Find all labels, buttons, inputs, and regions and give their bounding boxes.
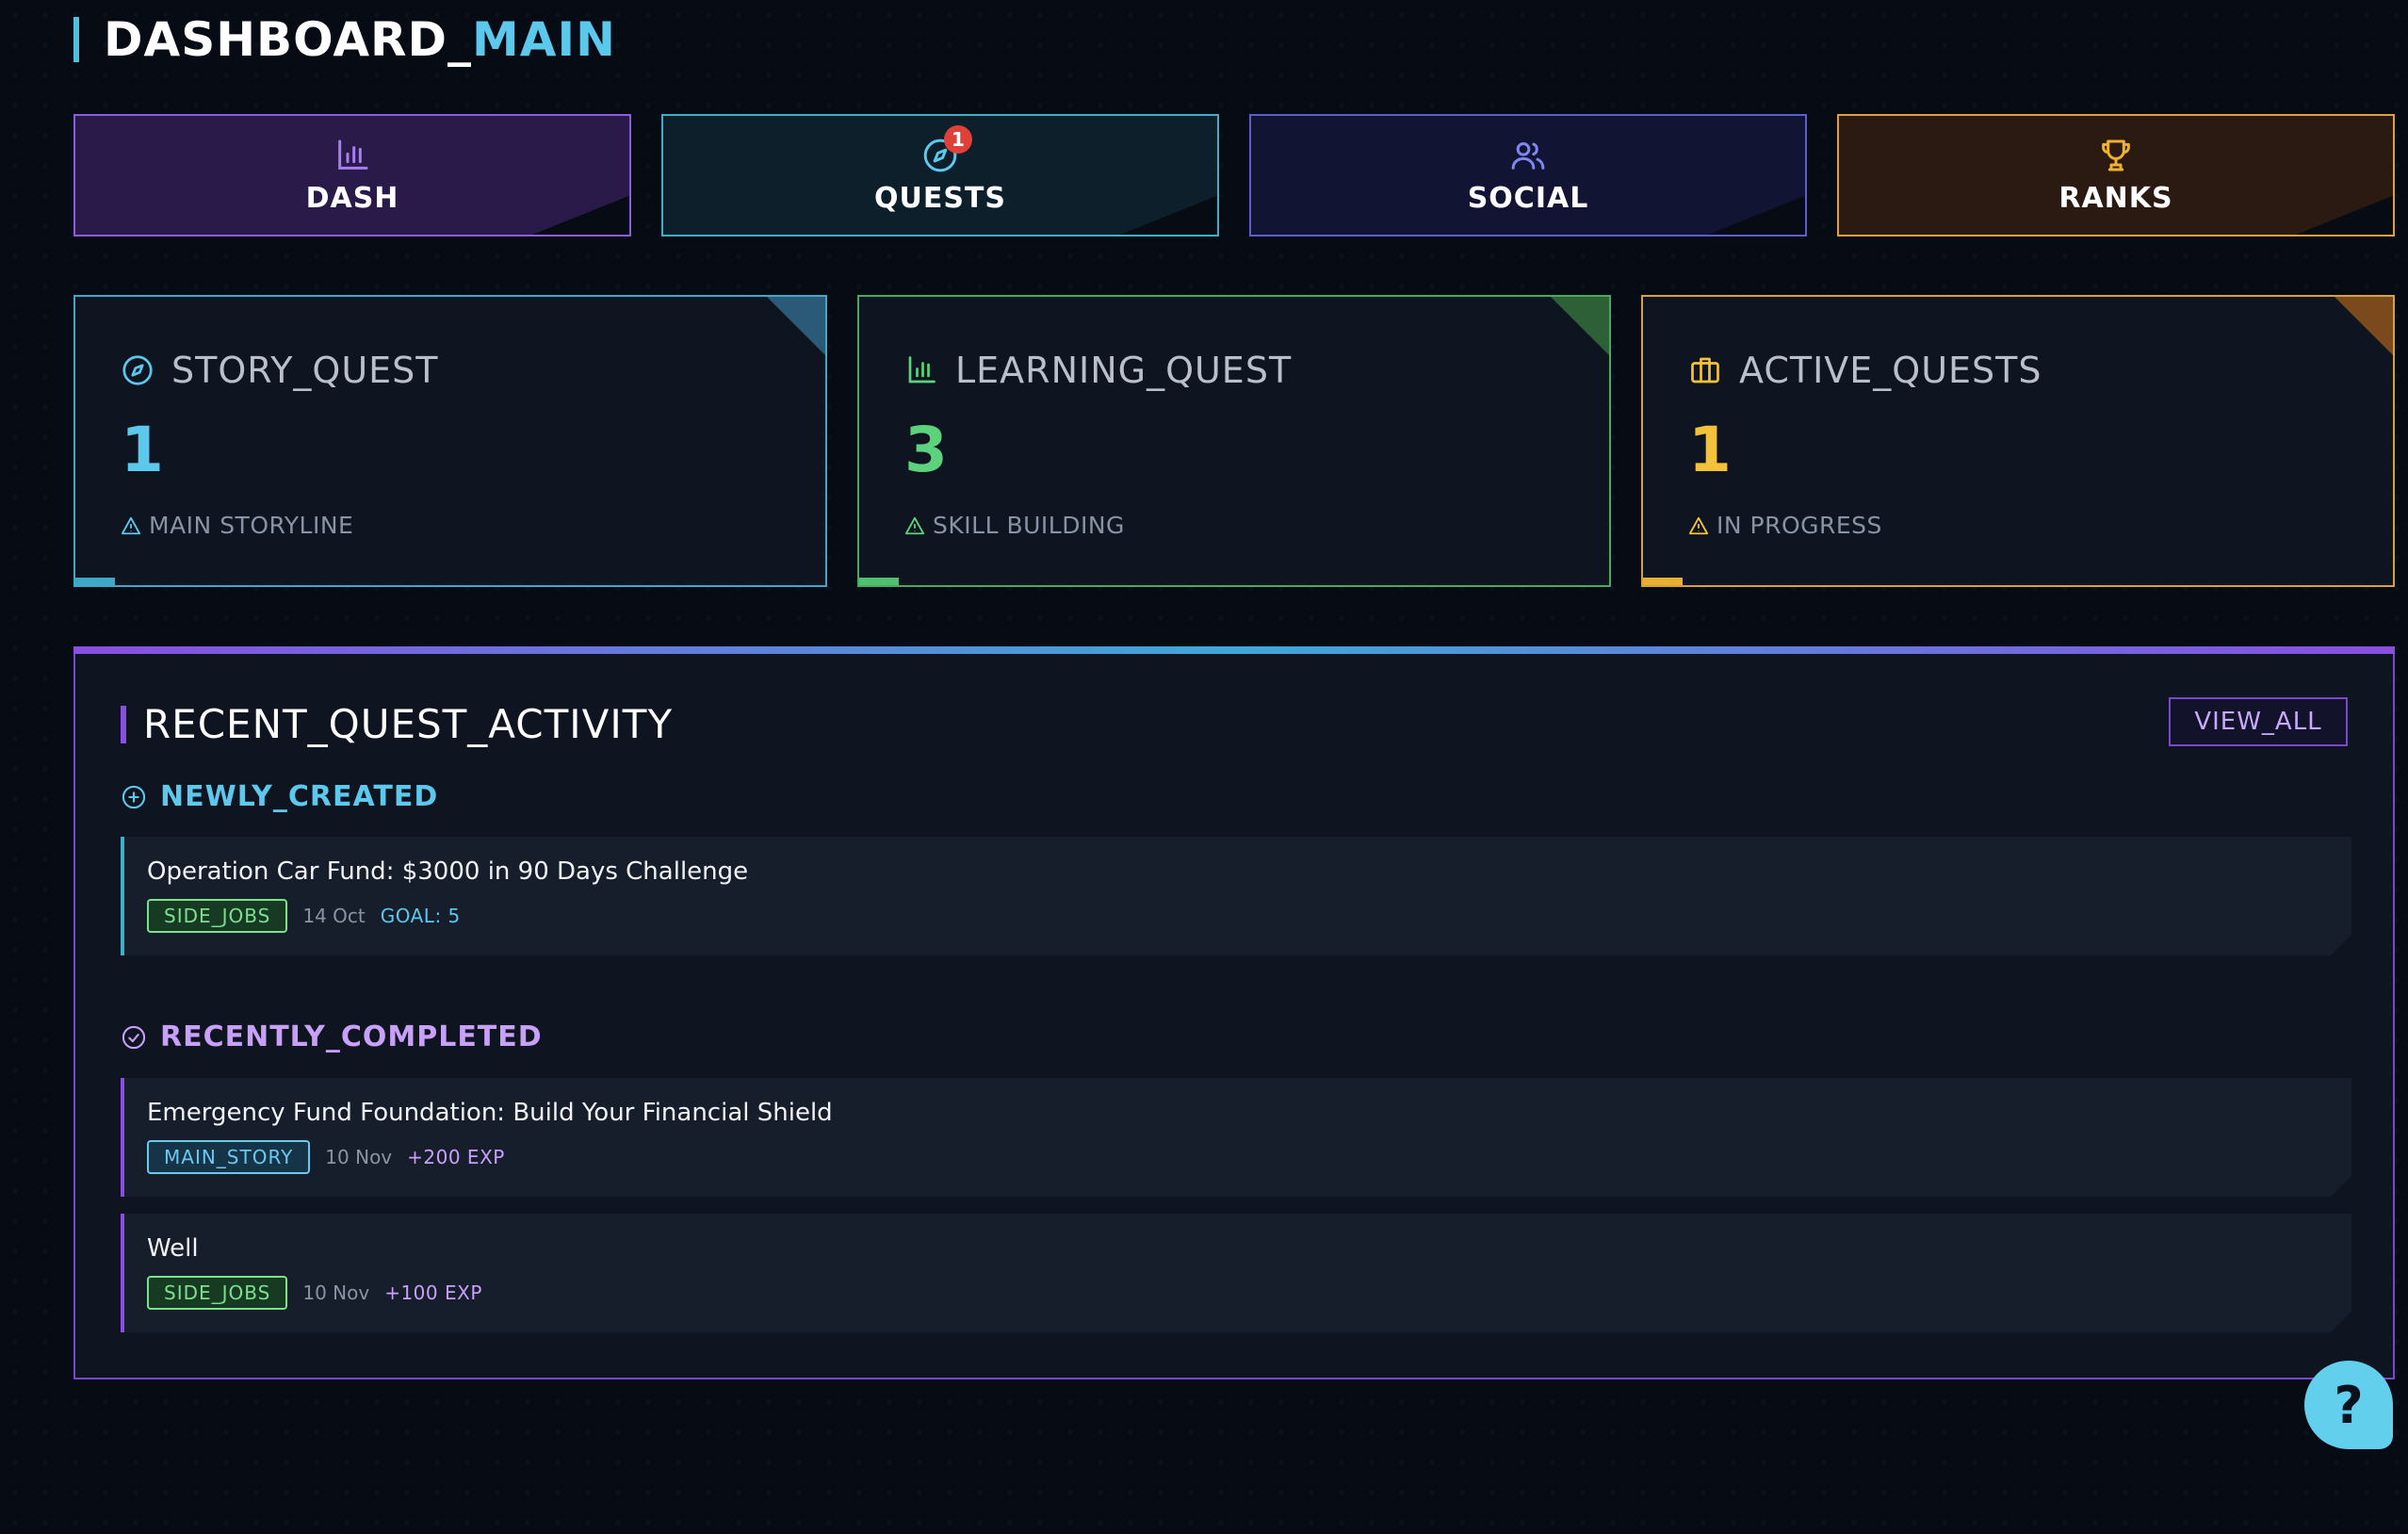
stats-row: STORY_QUEST 1 MAIN STORYLINE LEARNING_QU… — [73, 295, 2395, 587]
quest-date: 14 Oct — [302, 905, 366, 927]
tab-dash[interactable]: DASH — [73, 114, 631, 237]
panel-gradient-bar — [73, 646, 2395, 654]
quest-date: 10 Nov — [302, 1281, 370, 1304]
stat-header: STORY_QUEST — [121, 350, 439, 391]
stat-subtitle: IN PROGRESS — [1688, 512, 1882, 539]
tab-quests-label: QUESTS — [873, 181, 1007, 215]
item-corner-cut — [2331, 1176, 2351, 1197]
stat-progress-bar — [1643, 578, 1683, 585]
check-circle-icon — [122, 1025, 146, 1049]
stat-value: 1 — [1688, 414, 1732, 486]
quest-category-tag: MAIN_STORY — [147, 1140, 311, 1174]
compass-icon — [122, 355, 153, 385]
stat-subtitle-text: MAIN STORYLINE — [149, 512, 354, 539]
briefcase-icon — [1691, 357, 1719, 384]
section-title: NEWLY_CREATED — [160, 780, 439, 813]
card-corner-accent — [1549, 297, 1609, 357]
alert-triangle-icon — [121, 516, 141, 534]
stat-value: 1 — [121, 414, 164, 486]
quest-goal: GOAL: 5 — [380, 905, 461, 927]
quest-title: Operation Car Fund: $3000 in 90 Days Cha… — [147, 857, 749, 886]
stat-header: LEARNING_QUEST — [904, 350, 1292, 391]
stat-title: LEARNING_QUEST — [955, 350, 1293, 391]
stat-subtitle-text: IN PROGRESS — [1717, 512, 1882, 539]
tab-corner-cut — [528, 195, 629, 235]
quest-category-tag: SIDE_JOBS — [147, 899, 288, 933]
tab-corner-cut — [2291, 195, 2393, 235]
stat-subtitle-text: SKILL BUILDING — [933, 512, 1125, 539]
card-corner-accent — [2333, 297, 2393, 357]
page-title: DASHBOARD_MAIN — [104, 12, 616, 67]
item-corner-cut — [2331, 1312, 2351, 1332]
plus-circle-icon — [122, 785, 146, 808]
stat-card-story-quest: STORY_QUEST 1 MAIN STORYLINE — [73, 295, 827, 587]
tab-quests[interactable]: 1 QUESTS — [661, 114, 1219, 237]
stat-progress-bar — [859, 578, 899, 585]
panel-title-accent-bar — [121, 705, 126, 743]
tab-dash-label: DASH — [305, 181, 399, 215]
stat-subtitle: SKILL BUILDING — [904, 512, 1125, 539]
tab-corner-cut — [1115, 195, 1217, 235]
quest-title: Emergency Fund Foundation: Build Your Fi… — [147, 1099, 833, 1127]
page-header: DASHBOARD_MAIN — [73, 12, 616, 67]
main-nav: DASH 1 QUESTS SOCIAL RANKS — [73, 114, 2395, 237]
bar-chart-icon — [338, 139, 368, 170]
bar-chart-icon — [908, 356, 936, 384]
trophy-icon — [2102, 139, 2130, 171]
quest-exp-reward: +200 EXP — [407, 1146, 505, 1168]
quests-notification-badge: 1 — [944, 124, 972, 154]
page-title-main: DASHBOARD_ — [104, 12, 473, 67]
view-all-button[interactable]: VIEW_ALL — [2169, 697, 2348, 746]
panel-header: RECENT_QUEST_ACTIVITY — [121, 701, 673, 747]
quest-meta: SIDE_JOBS 10 Nov +100 EXP — [147, 1276, 482, 1310]
page-title-accent: MAIN — [472, 12, 616, 67]
recent-activity-panel: RECENT_QUEST_ACTIVITY VIEW_ALL NEWLY_CRE… — [73, 646, 2395, 1379]
panel-title: RECENT_QUEST_ACTIVITY — [143, 701, 674, 747]
users-icon — [1511, 141, 1545, 170]
alert-triangle-icon — [1688, 516, 1709, 534]
tab-social-label: SOCIAL — [1467, 181, 1589, 215]
help-button[interactable]: ? — [2304, 1361, 2393, 1449]
tab-ranks[interactable]: RANKS — [1837, 114, 2395, 237]
stat-progress-bar — [75, 578, 115, 585]
stat-card-learning-quest: LEARNING_QUEST 3 SKILL BUILDING — [857, 295, 1611, 587]
quest-meta: MAIN_STORY 10 Nov +200 EXP — [147, 1140, 505, 1174]
stat-title: ACTIVE_QUESTS — [1739, 350, 2042, 391]
section-title: RECENTLY_COMPLETED — [160, 1020, 543, 1053]
section-recently-completed: RECENTLY_COMPLETED — [121, 1020, 543, 1053]
stat-card-active-quests: ACTIVE_QUESTS 1 IN PROGRESS — [1641, 295, 2395, 587]
tab-corner-cut — [1703, 195, 1805, 235]
tab-ranks-label: RANKS — [2058, 181, 2173, 215]
quest-title: Well — [147, 1234, 199, 1263]
quest-item[interactable]: Operation Car Fund: $3000 in 90 Days Cha… — [121, 837, 2351, 955]
stat-title: STORY_QUEST — [171, 350, 439, 391]
title-accent-bar — [73, 17, 79, 62]
quest-item[interactable]: Well SIDE_JOBS 10 Nov +100 EXP — [121, 1214, 2351, 1332]
quest-exp-reward: +100 EXP — [384, 1281, 482, 1304]
tab-quests-icon-wrap: 1 — [921, 124, 972, 174]
section-newly-created: NEWLY_CREATED — [121, 780, 438, 813]
alert-triangle-icon — [904, 516, 925, 534]
quest-meta: SIDE_JOBS 14 Oct GOAL: 5 — [147, 899, 461, 933]
quest-item[interactable]: Emergency Fund Foundation: Build Your Fi… — [121, 1078, 2351, 1197]
item-corner-cut — [2331, 935, 2351, 955]
stat-subtitle: MAIN STORYLINE — [121, 512, 353, 539]
card-corner-accent — [765, 297, 825, 357]
quest-date: 10 Nov — [325, 1146, 393, 1168]
tab-social[interactable]: SOCIAL — [1249, 114, 1807, 237]
quest-category-tag: SIDE_JOBS — [147, 1276, 288, 1310]
stat-value: 3 — [904, 414, 948, 486]
stat-header: ACTIVE_QUESTS — [1688, 350, 2042, 391]
